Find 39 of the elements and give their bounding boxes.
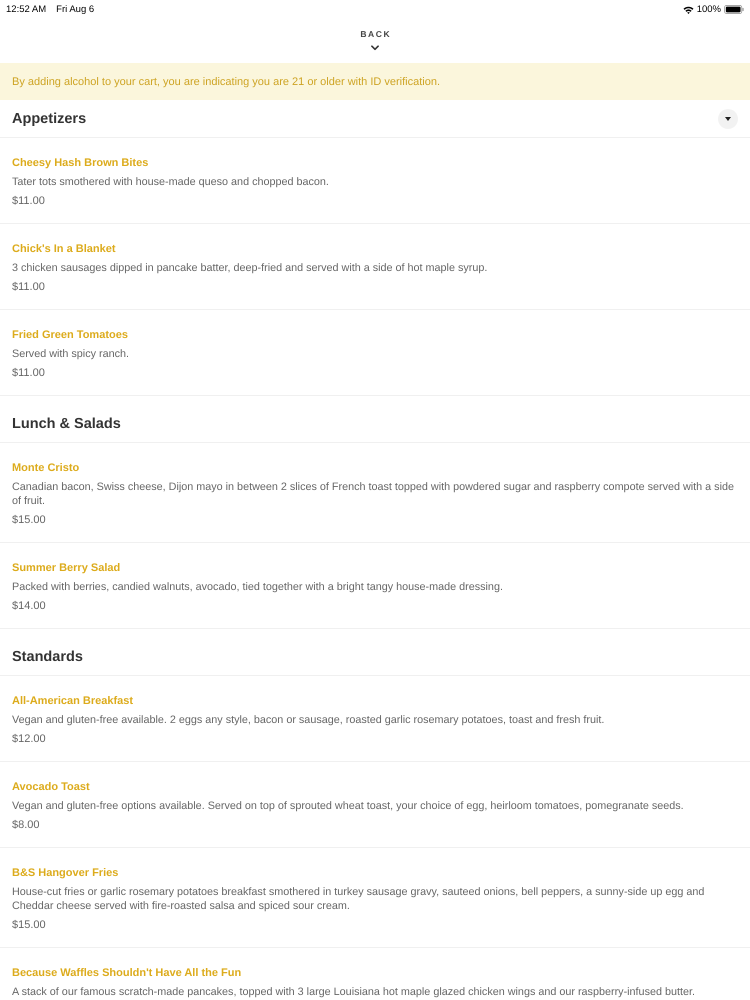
item-description: 3 chicken sausages dipped in pancake batter, deep-fried and served with a side of hot maple syrup. bbox=[12, 261, 488, 275]
item-name[interactable]: Avocado Toast bbox=[12, 778, 90, 796]
section-title: Appetizers bbox=[12, 110, 86, 126]
caret-down-icon bbox=[725, 116, 731, 120]
chevron-down-icon bbox=[371, 45, 379, 51]
wifi-icon bbox=[682, 6, 694, 14]
item-price: $15.00 bbox=[12, 918, 46, 932]
item-name[interactable]: Because Waffles Shouldn't Have All the Fun bbox=[12, 964, 242, 982]
item-description: House-cut fries or garlic rosemary potatoes breakfast smothered in turkey sausage gravy, sauteed onions, bell peppers, a sunny-side up egg and Cheddar cheese served with fire-roasted salsa and spiced sour cream. bbox=[12, 885, 706, 913]
status-time: 12:52 AM bbox=[6, 4, 46, 16]
back-button[interactable]: BACK bbox=[358, 29, 392, 52]
item-price: $11.00 bbox=[12, 280, 45, 294]
item-name[interactable]: Monte Cristo bbox=[12, 459, 80, 477]
item-name[interactable]: Summer Berry Salad bbox=[12, 559, 120, 577]
item-description: A stack of our famous scratch-made pancakes, topped with 3 large Louisiana hot maple glazed chicken wings and our raspberry-infused butter. bbox=[12, 985, 696, 999]
item-name[interactable]: B&S Hangover Fries bbox=[12, 864, 118, 882]
battery-percent: 100% bbox=[696, 4, 721, 16]
item-description: Tater tots smothered with house-made queso and chopped bacon. bbox=[12, 175, 330, 189]
item-name[interactable]: All-American Breakfast bbox=[12, 692, 134, 710]
section-title: Lunch & Salads bbox=[12, 416, 121, 432]
age-notice-banner: By adding alcohol to your cart, you are indicating you are 21 or older with ID verification. bbox=[0, 63, 750, 100]
item-description: Served with spicy ranch. bbox=[12, 347, 130, 361]
item-price: $11.00 bbox=[12, 366, 45, 380]
item-name[interactable]: Chick's In a Blanket bbox=[12, 240, 116, 258]
status-date: Fri Aug 6 bbox=[56, 4, 94, 16]
item-description: Canadian bacon, Swiss cheese, Dijon mayo in between 2 slices of French toast topped with powdered sugar and raspberry compote served with a side of fruit. bbox=[12, 480, 735, 508]
item-description: Packed with berries, candied walnuts, avocado, tied together with a bright tangy house-made dressing. bbox=[12, 580, 504, 594]
item-description: Vegan and gluten-free available. 2 eggs any style, bacon or sausage, roasted garlic rosemary potatoes, toast and fresh fruit. bbox=[12, 713, 606, 727]
battery-icon bbox=[724, 5, 744, 14]
item-price: $8.00 bbox=[12, 818, 40, 832]
item-name[interactable]: Cheesy Hash Brown Bites bbox=[12, 154, 148, 172]
item-price: $11.00 bbox=[12, 194, 45, 208]
item-price: $14.00 bbox=[12, 599, 46, 613]
item-price: $15.00 bbox=[12, 513, 46, 527]
section-title: Standards bbox=[12, 648, 83, 664]
dropdown-button[interactable] bbox=[718, 108, 738, 128]
item-description: Vegan and gluten-free options available. Served on top of sprouted wheat toast, your choice of egg, heirloom tomatoes, pomegranate seeds. bbox=[12, 799, 685, 813]
item-name[interactable]: Fried Green Tomatoes bbox=[12, 326, 128, 344]
item-price: $12.00 bbox=[12, 732, 46, 746]
